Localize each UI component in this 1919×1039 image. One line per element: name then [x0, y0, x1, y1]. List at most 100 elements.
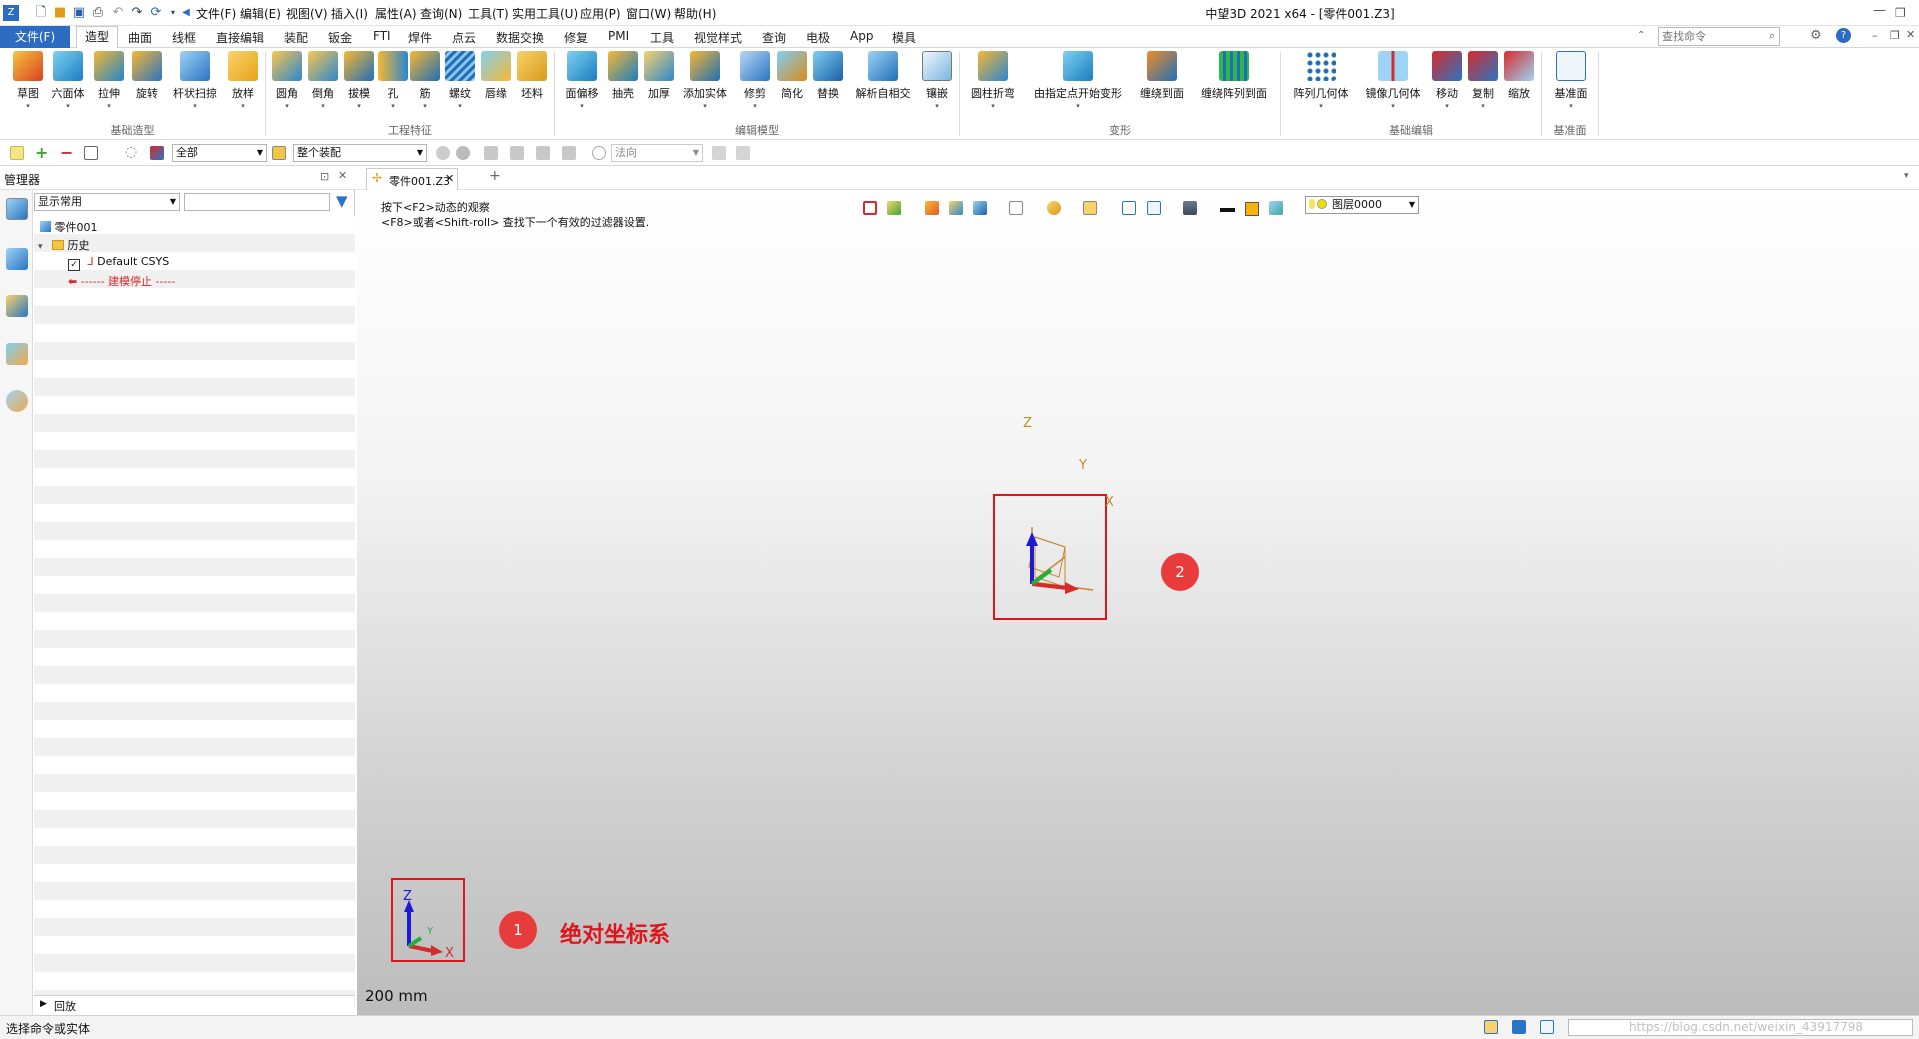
section-view-icon[interactable] [1147, 201, 1161, 215]
tab-sheet-metal[interactable]: 钣金 [328, 29, 352, 46]
exit-view-icon[interactable] [863, 201, 877, 215]
tree-search-input[interactable] [184, 193, 330, 211]
menu-utilities[interactable]: 实用工具(U) [512, 5, 578, 22]
tab-weldment[interactable]: 焊件 [408, 29, 432, 46]
tab-visual-style[interactable]: 视觉样式 [694, 29, 742, 46]
tool-move[interactable]: 移动 ▾ [1430, 51, 1464, 110]
display-filter-dropdown[interactable]: 显示常用 ▼ [34, 193, 180, 211]
menu-query[interactable]: 查询(N) [420, 5, 462, 22]
search-icon[interactable]: ⌕ [1769, 29, 1775, 43]
back-arrow-icon[interactable]: ◀ [178, 5, 194, 21]
tool-stock[interactable]: 坯料 [515, 51, 549, 101]
tool-fillet[interactable]: 圆角 ▾ [270, 51, 304, 110]
view-orient-icon[interactable] [887, 201, 901, 215]
status-window-icon[interactable] [1540, 1020, 1554, 1034]
lighting-icon[interactable] [1047, 201, 1061, 215]
tab-data-exchange[interactable]: 数据交换 [496, 29, 544, 46]
command-search-box[interactable]: ⌕ [1658, 27, 1780, 46]
tab-tools[interactable]: 工具 [650, 29, 674, 46]
assembly-manager-icon[interactable] [6, 248, 28, 270]
clock-icon[interactable] [592, 146, 606, 160]
menu-edit[interactable]: 编辑(E) [240, 5, 281, 22]
tab-direct-edit[interactable]: 直接编辑 [216, 29, 264, 46]
add-selection-icon[interactable]: + [35, 143, 48, 162]
pick-point-icon[interactable] [436, 146, 450, 160]
visibility-checkbox[interactable]: ✓ [68, 259, 80, 271]
tool-lip[interactable]: 唇缘 [479, 51, 513, 101]
playback-section[interactable]: ▶ 回放 [34, 995, 354, 1015]
tool-thread[interactable]: 螺纹 ▾ [443, 51, 477, 110]
minimize-window-icon[interactable]: — [1873, 3, 1886, 18]
menu-tools[interactable]: 工具(T) [468, 5, 509, 22]
tool-draft[interactable]: 拔模 ▾ [342, 51, 376, 110]
tool-copy[interactable]: 复制 ▾ [1466, 51, 1500, 110]
tool-sweep[interactable]: 杆状扫掠 ▾ [170, 51, 220, 110]
open-folder-icon[interactable]: ■ [52, 5, 68, 21]
restore-window-icon[interactable]: ❐ [1895, 6, 1906, 20]
save-icon[interactable]: ▣ [71, 5, 87, 21]
wireframe-icon[interactable] [1009, 201, 1023, 215]
tool-hole[interactable]: 孔 ▾ [378, 51, 408, 110]
tool-revolve[interactable]: 旋转 [130, 51, 164, 101]
app-logo-icon[interactable]: Z [3, 5, 19, 21]
tool-extrude[interactable]: 拉伸 ▾ [92, 51, 126, 110]
align-right-icon[interactable] [536, 146, 550, 160]
assembly-scope-icon[interactable] [272, 146, 286, 160]
align-icon[interactable] [484, 146, 498, 160]
tool-wrap-pattern-to-face[interactable]: 缠绕阵列到面 [1194, 51, 1274, 101]
tool-emboss[interactable]: 镶嵌 ▾ [920, 51, 954, 110]
tree-filter-icon[interactable]: ▼ [336, 192, 348, 210]
menu-view[interactable]: 视图(V) [286, 5, 328, 22]
tab-query[interactable]: 查询 [762, 29, 786, 46]
tab-mold[interactable]: 模具 [892, 29, 916, 46]
menu-insert[interactable]: 插入(I) [331, 5, 368, 22]
tab-electrode[interactable]: 电极 [806, 29, 830, 46]
line-color-swatch[interactable] [1220, 208, 1235, 212]
doc-restore-icon[interactable]: ❐ [1890, 29, 1900, 42]
doc-close-icon[interactable]: ✕ [1906, 28, 1915, 41]
scope-dropdown[interactable]: 整个装配 ▼ [293, 144, 427, 162]
render-icon[interactable] [925, 201, 939, 215]
refresh-icon[interactable]: ⟳ [148, 5, 164, 21]
tool-settings-icon[interactable] [736, 146, 750, 160]
lasso-select-icon[interactable]: ◌ [125, 144, 137, 160]
layer-dropdown[interactable]: 图层0000 ▼ [1305, 196, 1419, 214]
doc-minimize-icon[interactable]: – [1872, 29, 1878, 42]
user-icon[interactable] [6, 390, 28, 412]
tab-surface[interactable]: 曲面 [128, 29, 152, 46]
tree-modeling-stop-row[interactable]: ⬅ ------ 建模停止 ----- [68, 273, 175, 289]
face-color-swatch[interactable] [1245, 202, 1259, 216]
collapse-ribbon-icon[interactable]: ⌃ [1637, 30, 1645, 41]
cursor-icon[interactable] [712, 146, 726, 160]
tool-replace[interactable]: 替换 [811, 51, 845, 101]
pick-mode-icon[interactable] [10, 146, 24, 160]
tool-scale[interactable]: 缩放 [1502, 51, 1536, 101]
new-tab-icon[interactable]: + [489, 168, 501, 184]
tool-shell[interactable]: 抽壳 [606, 51, 640, 101]
help-icon[interactable]: ? [1836, 28, 1851, 43]
menu-help[interactable]: 帮助(H) [674, 5, 716, 22]
print-icon[interactable]: ⎙ [90, 5, 106, 21]
filter-icon[interactable] [150, 146, 164, 160]
settings-gear-icon[interactable]: ⚙ [1810, 28, 1822, 43]
tool-add-solid[interactable]: 添加实体 ▾ [680, 51, 730, 110]
tool-sketch[interactable]: 草图 ▾ [10, 51, 46, 110]
tool-face-offset[interactable]: 面偏移 ▾ [562, 51, 602, 110]
tool-loft[interactable]: 放样 ▾ [226, 51, 260, 110]
tool-trim[interactable]: 修剪 ▾ [738, 51, 772, 110]
doc-tab-close-icon[interactable]: ✕ [445, 172, 454, 185]
doc-tab[interactable]: ✢ 零件001.Z3 ✕ [366, 168, 458, 190]
layer-visibility-icon[interactable] [1269, 201, 1283, 215]
tab-modeling[interactable]: 造型 [76, 26, 118, 49]
remove-selection-icon[interactable]: − [60, 143, 73, 162]
history-manager-icon[interactable] [6, 198, 28, 220]
pick-direction-icon[interactable] [456, 146, 470, 160]
shading-icon[interactable] [949, 201, 963, 215]
align-center-icon[interactable] [510, 146, 524, 160]
snap-icon[interactable] [562, 146, 576, 160]
tab-point-cloud[interactable]: 点云 [452, 29, 476, 46]
view-manager-icon[interactable] [6, 343, 28, 365]
tab-pmi[interactable]: PMI [608, 29, 629, 43]
tab-assembly[interactable]: 装配 [284, 29, 308, 46]
display-mode-icon[interactable] [973, 201, 987, 215]
